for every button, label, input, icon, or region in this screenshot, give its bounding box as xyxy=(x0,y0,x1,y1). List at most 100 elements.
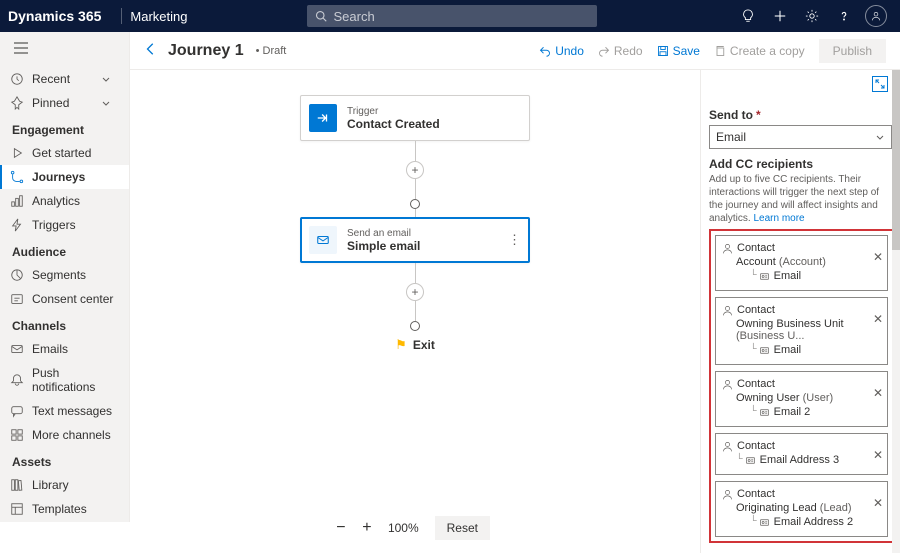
brand: Dynamics 365 xyxy=(8,8,113,24)
nav-text[interactable]: Text messages xyxy=(0,399,129,423)
nav-label: Recent xyxy=(32,72,70,86)
cc-description: Add up to five CC recipients. Their inte… xyxy=(709,173,892,225)
nav-get-started[interactable]: Get started xyxy=(0,141,129,165)
nav-consent[interactable]: Consent center xyxy=(0,287,129,311)
nav-label: Library xyxy=(32,478,69,492)
page-title: Journey 1 xyxy=(168,42,244,60)
properties-panel: Send to* Email Add CC recipients Add up … xyxy=(700,70,900,553)
card-icon xyxy=(759,517,770,528)
expand-panel-button[interactable] xyxy=(872,76,888,92)
app-name: Marketing xyxy=(130,9,187,24)
status-badge: • Draft xyxy=(256,45,287,57)
scrollbar[interactable] xyxy=(892,70,900,553)
remove-recipient-button[interactable]: ✕ xyxy=(873,496,883,510)
nav-label: Journeys xyxy=(32,170,85,184)
nav-label: Text messages xyxy=(32,404,112,418)
email-node[interactable]: Send an email Simple email ⋮ xyxy=(300,217,530,263)
recipient-card[interactable]: ✕ContactOwning Business Unit (Business U… xyxy=(715,297,888,365)
nav-analytics[interactable]: Analytics xyxy=(0,189,129,213)
add-step-button[interactable]: + xyxy=(406,161,424,179)
person-icon xyxy=(722,243,733,254)
group-audience: Audience xyxy=(0,237,129,263)
play-icon xyxy=(10,146,24,160)
save-button[interactable]: Save xyxy=(657,44,700,58)
cc-recipients-box: ✕ContactAccount (Account)└Email ✕ContactO… xyxy=(709,229,894,543)
card-icon xyxy=(745,455,756,466)
remove-recipient-button[interactable]: ✕ xyxy=(873,386,883,400)
nav-label: Consent center xyxy=(32,292,113,306)
remove-recipient-button[interactable]: ✕ xyxy=(873,448,883,462)
select-value: Email xyxy=(716,130,746,144)
nav-push[interactable]: Push notifications xyxy=(0,361,129,399)
content: Journey 1 • Draft Undo Redo Save Create … xyxy=(130,32,900,522)
lightbulb-icon[interactable] xyxy=(732,0,764,32)
recipient-card[interactable]: ✕ContactOwning User (User)└Email 2 xyxy=(715,371,888,427)
zoom-controls: − + 100% Reset xyxy=(328,515,490,541)
nav-label: Pinned xyxy=(32,96,69,110)
clock-icon xyxy=(10,72,24,86)
zoom-percentage: 100% xyxy=(380,521,427,535)
consent-icon xyxy=(10,292,24,306)
nav-label: Get started xyxy=(32,146,91,160)
group-channels: Channels xyxy=(0,311,129,337)
undo-button[interactable]: Undo xyxy=(539,44,584,58)
publish-button: Publish xyxy=(819,39,886,63)
nav-library[interactable]: Library xyxy=(0,473,129,497)
avatar[interactable] xyxy=(860,0,892,32)
zoom-reset-button[interactable]: Reset xyxy=(435,516,490,540)
nav-label: Segments xyxy=(32,268,86,282)
copy-button: Create a copy xyxy=(714,44,805,58)
card-icon xyxy=(759,271,770,282)
nav-label: Triggers xyxy=(32,218,76,232)
nav-label: Push notifications xyxy=(32,366,119,394)
nav-recent[interactable]: Recent xyxy=(0,67,129,91)
remove-recipient-button[interactable]: ✕ xyxy=(873,250,883,264)
chevron-down-icon xyxy=(101,74,111,84)
person-icon xyxy=(722,489,733,500)
node-kicker: Trigger xyxy=(347,106,440,117)
nav-journeys[interactable]: Journeys xyxy=(0,165,129,189)
node-kicker: Send an email xyxy=(347,228,420,239)
nav-emails[interactable]: Emails xyxy=(0,337,129,361)
bell-icon xyxy=(10,373,24,387)
hamburger-icon[interactable] xyxy=(0,38,129,61)
nav-templates[interactable]: Templates xyxy=(0,497,129,521)
zoom-in-button[interactable]: + xyxy=(354,515,380,541)
nav-segments[interactable]: Segments xyxy=(0,263,129,287)
gear-icon[interactable] xyxy=(796,0,828,32)
recipient-card[interactable]: ✕Contact└Email Address 3 xyxy=(715,433,888,475)
zoom-out-button[interactable]: − xyxy=(328,515,354,541)
chevron-down-icon xyxy=(101,98,111,108)
card-icon xyxy=(759,407,770,418)
back-button[interactable] xyxy=(144,42,158,59)
search-input[interactable]: Search xyxy=(307,5,597,27)
group-engagement: Engagement xyxy=(0,115,129,141)
plus-icon[interactable] xyxy=(764,0,796,32)
group-assets: Assets xyxy=(0,447,129,473)
nav-pinned[interactable]: Pinned xyxy=(0,91,129,115)
help-icon[interactable] xyxy=(828,0,860,32)
recipient-card[interactable]: ✕ContactAccount (Account)└Email xyxy=(715,235,888,291)
remove-recipient-button[interactable]: ✕ xyxy=(873,312,883,326)
add-step-button[interactable]: + xyxy=(406,283,424,301)
trigger-node[interactable]: Trigger Contact Created xyxy=(300,95,530,141)
search-placeholder: Search xyxy=(333,9,374,24)
nav-label: Templates xyxy=(32,502,87,516)
nav-triggers[interactable]: Triggers xyxy=(0,213,129,237)
person-icon xyxy=(722,441,733,452)
sendto-select[interactable]: Email xyxy=(709,125,892,149)
exit-node: ⚑ Exit xyxy=(395,337,435,353)
grid-icon xyxy=(10,428,24,442)
recipient-card[interactable]: ✕ContactOriginating Lead (Lead)└Email Ad… xyxy=(715,481,888,537)
learn-more-link[interactable]: Learn more xyxy=(753,213,804,224)
nav-more-channels[interactable]: More channels xyxy=(0,423,129,447)
template-icon xyxy=(10,502,24,516)
bolt-icon xyxy=(10,218,24,232)
node-menu-icon[interactable]: ⋮ xyxy=(508,232,521,248)
topbar: Dynamics 365 Marketing Search xyxy=(0,0,900,32)
redo-button: Redo xyxy=(598,44,643,58)
chart-icon xyxy=(10,194,24,208)
library-icon xyxy=(10,478,24,492)
canvas[interactable]: Trigger Contact Created + Send an email … xyxy=(130,70,700,553)
sidebar: Recent Pinned Engagement Get started Jou… xyxy=(0,32,130,522)
